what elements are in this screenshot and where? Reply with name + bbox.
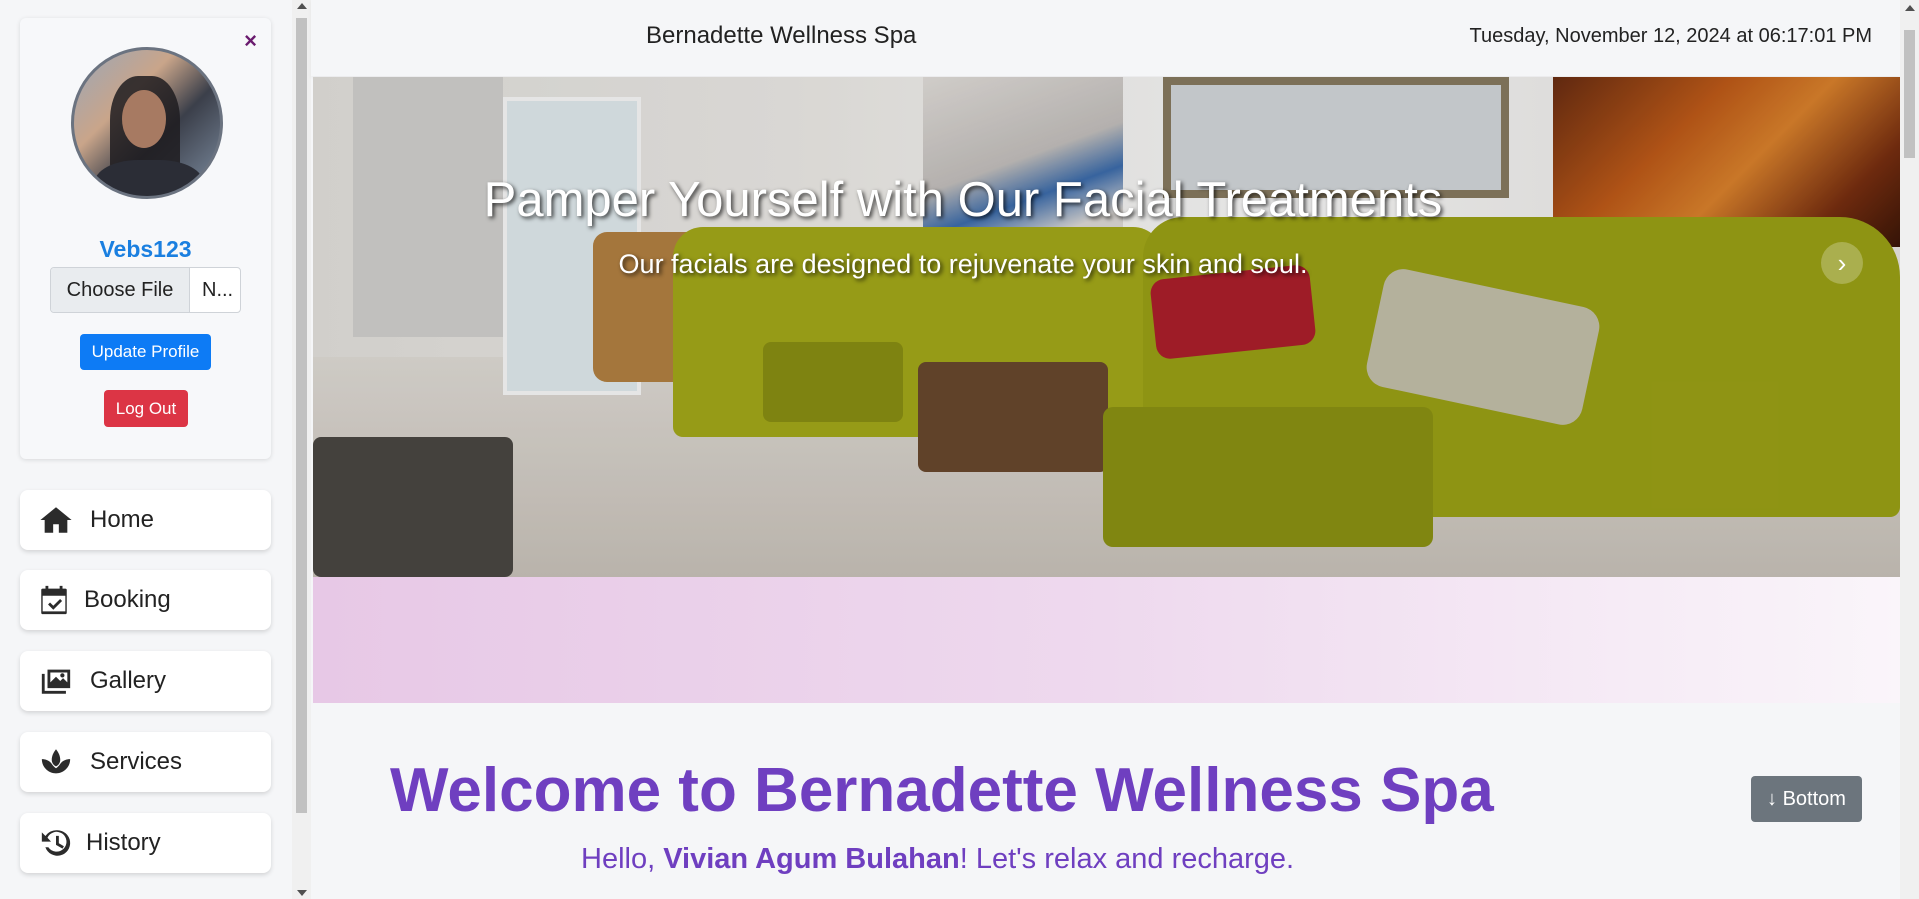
profile-card: × Vebs123 Choose File N... Update Profil… <box>20 18 271 459</box>
hero-title: Pamper Yourself with Our Facial Treatmen… <box>483 173 1443 227</box>
carousel-next-icon[interactable]: › <box>1821 242 1863 284</box>
scroll-up-arrow-icon[interactable] <box>297 3 307 9</box>
update-profile-button[interactable]: Update Profile <box>80 334 211 370</box>
sidebar-item-home[interactable]: Home <box>20 490 271 550</box>
current-datetime: Tuesday, November 12, 2024 at 06:17:01 P… <box>1469 25 1872 47</box>
sidebar-scrollbar[interactable] <box>292 0 311 899</box>
hero-carousel: Pamper Yourself with Our Facial Treatmen… <box>313 77 1900 577</box>
calendar-check-icon <box>34 580 74 620</box>
sidebar-item-booking[interactable]: Booking <box>20 570 271 630</box>
scroll-up-arrow-icon[interactable] <box>1905 5 1915 11</box>
avatar-face <box>122 90 166 148</box>
selected-file-name: N... <box>202 278 234 301</box>
top-header: Bernadette Wellness Spa Tuesday, Novembe… <box>311 0 1900 76</box>
site-brand: Bernadette Wellness Spa <box>646 22 917 49</box>
sidebar-item-label: Gallery <box>90 667 167 694</box>
sidebar-item-label: History <box>86 829 161 856</box>
user-full-name: Vivian Agum Bulahan <box>663 843 960 875</box>
scrollbar-thumb[interactable] <box>1904 30 1915 158</box>
sidebar-item-history[interactable]: History <box>20 813 271 873</box>
sidebar-item-label: Services <box>90 748 183 775</box>
greeting-suffix: ! Let's relax and recharge. <box>959 843 1295 875</box>
greeting-prefix: Hello, <box>581 843 664 875</box>
avatar-shirt <box>94 160 204 196</box>
greeting-text: Hello, Vivian Agum Bulahan! Let's relax … <box>581 843 1294 876</box>
scroll-down-arrow-icon[interactable] <box>297 890 307 896</box>
history-icon <box>36 823 76 863</box>
sidebar-item-services[interactable]: Services <box>20 732 271 792</box>
sidebar: × Vebs123 Choose File N... Update Profil… <box>0 0 292 899</box>
close-icon[interactable]: × <box>244 30 257 52</box>
avatar <box>71 47 223 199</box>
page-scrollbar[interactable] <box>1900 0 1919 899</box>
profile-picture-file-input[interactable]: Choose File N... <box>50 267 241 313</box>
scrollbar-thumb[interactable] <box>296 18 307 813</box>
log-out-button[interactable]: Log Out <box>104 390 188 427</box>
sidebar-item-gallery[interactable]: Gallery <box>20 651 271 711</box>
welcome-heading: Welcome to Bernadette Wellness Spa <box>390 756 1494 825</box>
images-icon <box>36 661 76 701</box>
hero-image-overlay <box>313 77 1900 577</box>
hero-subtitle: Our facials are designed to rejuvenate y… <box>618 249 1308 279</box>
choose-file-button[interactable]: Choose File <box>51 268 190 312</box>
scroll-to-bottom-button[interactable]: ↓ Bottom <box>1751 776 1862 822</box>
lotus-icon <box>36 742 76 782</box>
username: Vebs123 <box>99 236 192 262</box>
home-icon <box>36 500 76 540</box>
sidebar-item-label: Home <box>90 506 155 533</box>
decorative-gradient-band <box>313 577 1900 703</box>
sidebar-item-label: Booking <box>84 586 171 613</box>
